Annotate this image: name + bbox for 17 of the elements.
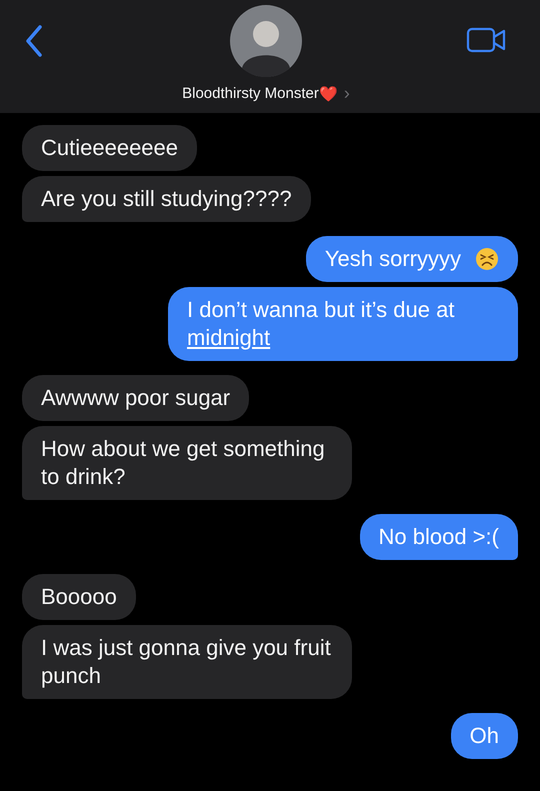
avatar[interactable] [230, 5, 302, 77]
message-bubble: Oh [450, 713, 518, 759]
link[interactable]: midnight [187, 324, 270, 352]
chevron-icon[interactable]: › [344, 83, 350, 104]
message-bubble: I was just gonna give you fruit punch [22, 625, 352, 699]
message-bubble: Are you still studying???? [22, 176, 311, 222]
contact-name[interactable]: Bloodthirsty Monster [182, 85, 319, 102]
message-bubble: Cutieeeeeeee [22, 125, 198, 171]
message-bubble: Awwww poor sugar [22, 375, 250, 421]
video-camera-icon[interactable] [466, 26, 506, 54]
message-bubble: I don’t wanna but it’s due at midnight [168, 287, 518, 361]
message-bubble: Booooo [22, 574, 136, 620]
message-bubble: Yesh sorryyyy [306, 236, 518, 282]
message-bubble: How about we get something to drink? [22, 426, 352, 500]
heart-emoji: ❤ [318, 84, 338, 102]
back-icon[interactable] [24, 24, 44, 58]
message-bubble: No blood >:( [360, 514, 518, 560]
